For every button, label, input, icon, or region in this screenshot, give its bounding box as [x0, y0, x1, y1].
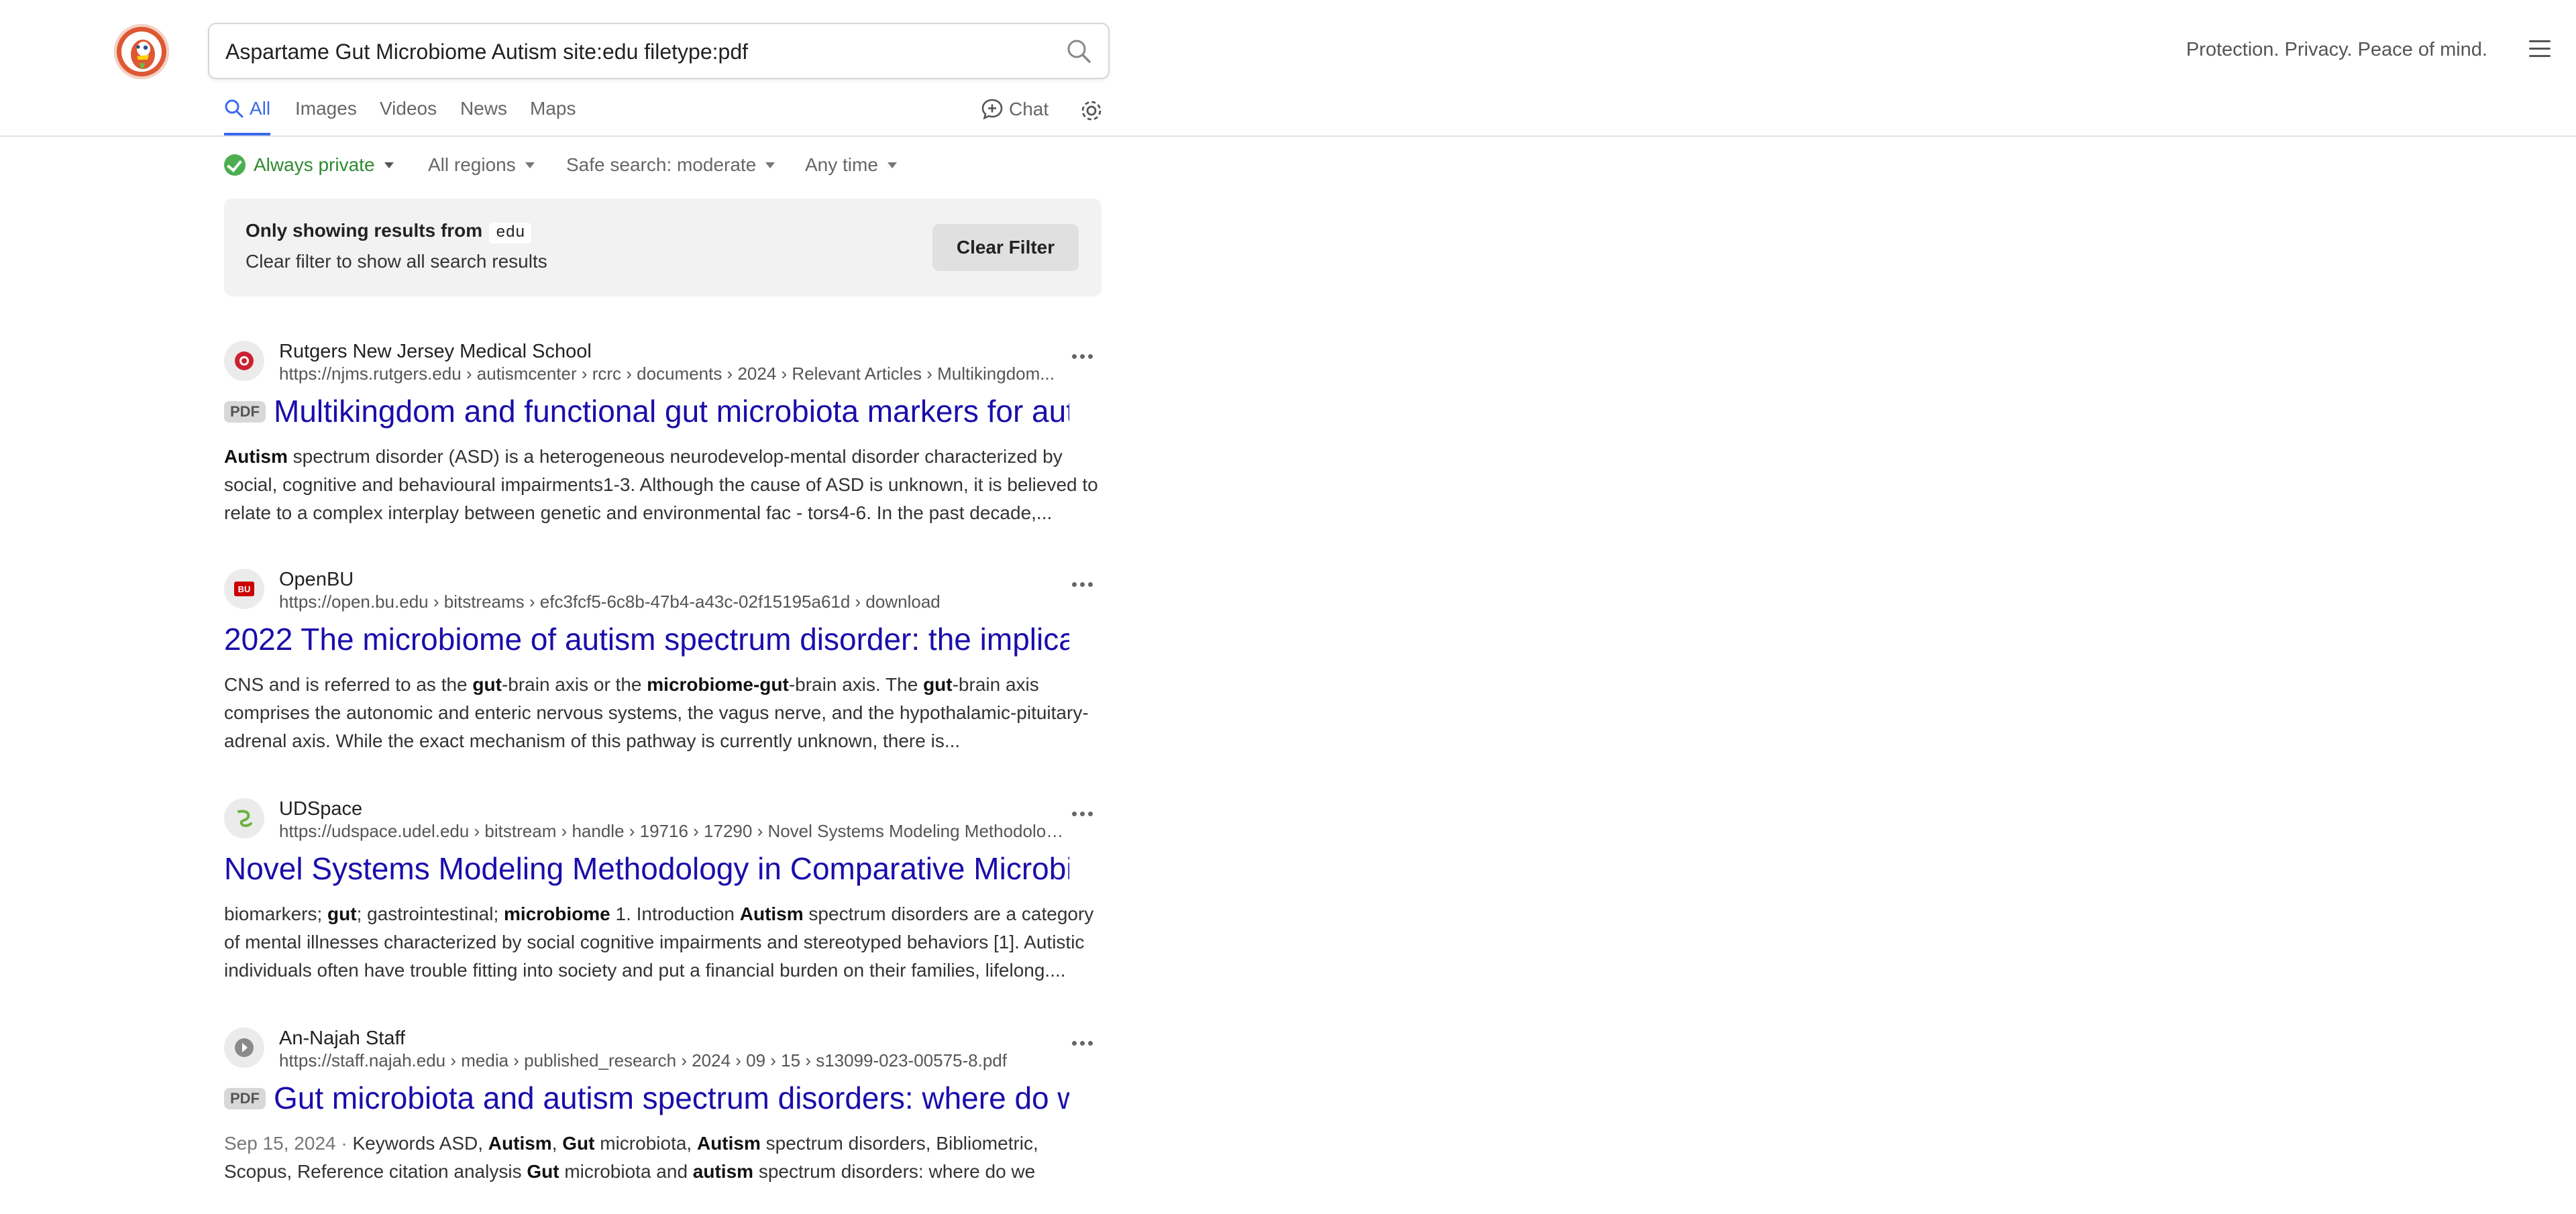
- header: Protection. Privacy. Peace of mind. All …: [0, 0, 2576, 137]
- snippet-highlight: Autism: [739, 903, 804, 924]
- clear-filter-button[interactable]: Clear Filter: [932, 224, 1079, 271]
- result-snippet: CNS and is referred to as the gut-brain …: [224, 671, 1103, 755]
- snippet-highlight: gut: [327, 903, 357, 924]
- bu-favicon-icon[interactable]: BU: [224, 569, 264, 609]
- snippet-text: spectrum disorder (ASD) is a heterogeneo…: [224, 446, 1098, 523]
- tab-label: All: [250, 98, 271, 119]
- privacy-filter[interactable]: Always private: [224, 154, 394, 176]
- search-box: [208, 23, 1110, 79]
- snippet-highlight: microbiome-gut: [647, 674, 789, 695]
- safe-search-filter[interactable]: Safe search: moderate: [566, 154, 775, 176]
- snippet-highlight: Gut: [562, 1133, 595, 1154]
- result-url[interactable]: https://njms.rutgers.edu › autismcenter …: [279, 364, 1064, 384]
- snippet-highlight: Gut: [527, 1161, 559, 1182]
- result-title-row: 2022 The microbiome of autism spectrum d…: [224, 621, 1069, 659]
- more-options-icon[interactable]: [1072, 578, 1099, 587]
- tab-maps[interactable]: Maps: [530, 98, 576, 135]
- site-filter-subtext: Clear filter to show all search results: [246, 251, 547, 272]
- safe-search-label: Safe search: moderate: [566, 154, 757, 175]
- caret-down-icon: [384, 162, 394, 168]
- snippet-highlight: Autism: [224, 446, 288, 467]
- result-site-name[interactable]: OpenBU: [279, 569, 354, 591]
- tab-all[interactable]: All: [224, 98, 271, 135]
- result-title-row: Novel Systems Modeling Methodology in Co…: [224, 850, 1069, 888]
- hamburger-menu-icon[interactable]: [2529, 40, 2551, 59]
- snippet-highlight: microbiome: [504, 903, 610, 924]
- site-filter-notice: Only showing results from edu Clear filte…: [224, 199, 1102, 296]
- udspace-favicon-icon[interactable]: [224, 798, 264, 838]
- tagline: Protection. Privacy. Peace of mind.: [2186, 39, 2487, 60]
- more-options-icon[interactable]: [1072, 350, 1099, 359]
- chat-label: Chat: [1009, 99, 1049, 119]
- settings-gear-icon[interactable]: [1079, 98, 1104, 123]
- snippet-text: -brain axis. The: [788, 674, 924, 695]
- result-title-link[interactable]: Multikingdom and functional gut microbio…: [274, 394, 1069, 429]
- pdf-badge: PDF: [224, 401, 266, 423]
- result-site-name[interactable]: Rutgers New Jersey Medical School: [279, 341, 592, 363]
- search-input[interactable]: [224, 24, 1045, 79]
- more-options-icon[interactable]: [1072, 808, 1099, 816]
- chat-bubble-icon: [981, 99, 1003, 120]
- search-icon: [1067, 40, 1091, 63]
- date-separator: ·: [335, 1133, 353, 1154]
- result-title-link[interactable]: 2022 The microbiome of autism spectrum d…: [224, 622, 1069, 657]
- result-snippet: Autism spectrum disorder (ASD) is a hete…: [224, 443, 1103, 527]
- snippet-highlight: gut: [923, 674, 953, 695]
- snippet-highlight: Autism: [488, 1133, 552, 1154]
- privacy-label: Always private: [254, 154, 375, 175]
- region-label: All regions: [428, 154, 516, 175]
- snippet-text: -brain axis or the: [501, 674, 647, 695]
- duckduckgo-logo[interactable]: [114, 24, 169, 79]
- site-filter-chip: edu: [489, 223, 532, 243]
- snippet-text: spectrum disorders: where do we: [753, 1161, 1036, 1182]
- more-options-icon[interactable]: [1072, 1037, 1099, 1046]
- tab-news[interactable]: News: [460, 98, 507, 135]
- snippet-text: ,: [551, 1133, 563, 1154]
- time-filter[interactable]: Any time: [805, 154, 897, 176]
- result-title-link[interactable]: Novel Systems Modeling Methodology in Co…: [224, 851, 1069, 886]
- snippet-text: biomarkers;: [224, 903, 328, 924]
- chat-button[interactable]: Chat: [981, 98, 1049, 121]
- site-filter-heading-text: Only showing results from: [246, 220, 483, 241]
- snippet-text: CNS and is referred to as the: [224, 674, 473, 695]
- region-filter[interactable]: All regions: [428, 154, 535, 176]
- snippet-text: ; gastrointestinal;: [356, 903, 504, 924]
- snippet-text: microbiota and: [559, 1161, 693, 1182]
- search-icon: [225, 99, 244, 118]
- search-button[interactable]: [1063, 35, 1095, 67]
- snippet-highlight: Autism: [696, 1133, 761, 1154]
- result-snippet: Sep 15, 2024 · Keywords ASD, Autism, Gut…: [224, 1129, 1103, 1214]
- svg-text:BU: BU: [238, 584, 251, 594]
- tab-videos[interactable]: Videos: [380, 98, 437, 135]
- result-site-name[interactable]: UDSpace: [279, 798, 362, 820]
- snippet-text: Keywords ASD,: [352, 1133, 488, 1154]
- snippet-highlight: gut: [472, 674, 502, 695]
- result-title-row: PDF Multikingdom and functional gut micro…: [224, 393, 1069, 431]
- checkmark-icon: [224, 154, 246, 176]
- snippet-text: 1. Introduction: [610, 903, 740, 924]
- result-snippet: biomarkers; gut; gastrointestinal; micro…: [224, 900, 1103, 985]
- caret-down-icon: [525, 162, 535, 168]
- result-date: Sep 15, 2024: [224, 1133, 336, 1154]
- result-url[interactable]: https://open.bu.edu › bitstreams › efc3f…: [279, 592, 1064, 612]
- caret-down-icon: [765, 162, 775, 168]
- rutgers-favicon-icon[interactable]: [224, 341, 264, 381]
- time-label: Any time: [805, 154, 878, 175]
- pdf-badge: PDF: [224, 1088, 266, 1109]
- result-site-name[interactable]: An-Najah Staff: [279, 1028, 405, 1050]
- result-url[interactable]: https://staff.najah.edu › media › publis…: [279, 1050, 1064, 1071]
- result-title-row: PDF Gut microbiota and autism spectrum di…: [224, 1080, 1069, 1117]
- site-filter-heading: Only showing results from edu: [246, 220, 532, 243]
- generic-site-favicon-icon[interactable]: [224, 1028, 264, 1068]
- snippet-text: microbiota,: [594, 1133, 697, 1154]
- tab-images[interactable]: Images: [295, 98, 357, 135]
- caret-down-icon: [887, 162, 897, 168]
- snippet-highlight: autism: [692, 1161, 754, 1182]
- result-title-link[interactable]: Gut microbiota and autism spectrum disor…: [274, 1081, 1069, 1115]
- result-url[interactable]: https://udspace.udel.edu › bitstream › h…: [279, 821, 1064, 842]
- duck-icon: [121, 32, 162, 72]
